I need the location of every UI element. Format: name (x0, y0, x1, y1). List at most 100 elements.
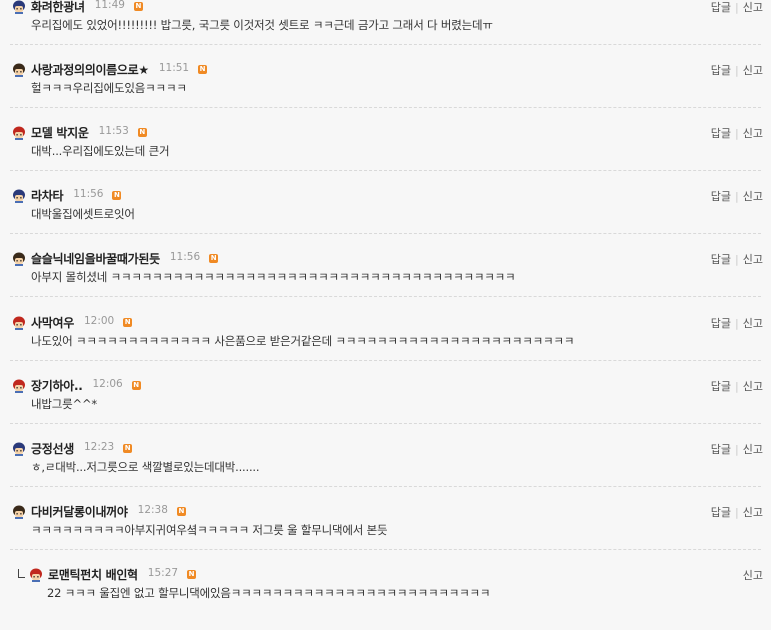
new-badge: N (123, 317, 133, 327)
comment-actions: 신고 (743, 567, 763, 583)
avatar (12, 315, 26, 330)
comment-divider (10, 296, 761, 298)
author-name[interactable]: 긍정선생 (31, 440, 74, 457)
author-name[interactable]: 사랑과정의의이름으로★ (31, 61, 149, 78)
comment-divider (10, 485, 761, 487)
timestamp: 11:51 (158, 62, 190, 75)
report-button[interactable]: 신고 (743, 506, 763, 519)
report-button[interactable]: 신고 (743, 1, 763, 14)
author-name[interactable]: 다비커달롱이내꺼야 (31, 503, 128, 520)
comment-actions: 답글 | 신고 (711, 188, 763, 204)
avatar (12, 125, 26, 141)
action-divider: | (735, 379, 739, 393)
report-button[interactable]: 신고 (743, 380, 763, 393)
action-divider: | (735, 253, 739, 267)
action-divider: | (735, 442, 739, 456)
new-badge: N (209, 254, 219, 264)
new-badge: N (198, 65, 208, 75)
reply-button[interactable]: 답글 (711, 127, 731, 140)
timestamp: 11:49 (94, 0, 125, 11)
comment-divider (10, 170, 761, 172)
new-badge: N (176, 506, 186, 516)
comment-actions: 답글 | 신고 (711, 0, 763, 15)
comment-divider (10, 422, 761, 424)
reply-button[interactable]: 답글 (711, 317, 731, 330)
timestamp: 12:38 (137, 503, 168, 516)
comment-item: 슬슬닉네임을바꿀때가된듯 11:56 N 답글 | 신고 아부지 몰히셨네 ㅋㅋㅋㅋㅋㅋㅋㅋ… (0, 251, 771, 314)
report-button[interactable]: 신고 (743, 317, 763, 330)
reply-button[interactable]: 답글 (711, 506, 731, 519)
comment-item: 장기하아.. 12:06 N 답글 | 신고내밥그릇^^* (0, 378, 771, 441)
new-badge: N (123, 443, 133, 453)
comment-divider (10, 359, 761, 361)
reply-button[interactable]: 답글 (711, 64, 731, 77)
author-name[interactable]: 장기하아.. (31, 377, 83, 394)
avatar (12, 251, 26, 267)
comment-item: 긍정선생 12:23 N 답글 | 신고 ㅎ,ㄹ대박...저그릇으로 색깔별로있는데대박..… (0, 441, 771, 504)
comment-actions: 답글 | 신고 (711, 378, 763, 394)
avatar (12, 62, 26, 78)
author-name[interactable]: 화려한광녀 (31, 0, 85, 15)
reply-button[interactable]: 답글 (711, 380, 731, 393)
avatar (12, 378, 26, 393)
comment-text: 대박...우리집에도있는데 큰거 (31, 144, 170, 159)
comment-item: 사막여우 12:00 N 답글 | 신고나도있어 ㅋㅋㅋㅋㅋㅋㅋㅋㅋㅋㅋㅋㅋ 사은품으로 … (0, 315, 771, 378)
timestamp: 11:56 (169, 251, 201, 264)
report-button[interactable]: 신고 (743, 64, 763, 77)
new-badge: N (112, 191, 122, 201)
comment-item: 다비커달롱이내꺼야 12:38 N 답글 | 신고 ㅋㅋㅋㅋㅋㅋㅋㅋㅋ아부지귀여우셬ㅋㅋㅋㅋ… (0, 504, 771, 567)
report-button[interactable]: 신고 (743, 190, 763, 203)
timestamp: 12:06 (92, 377, 123, 390)
action-divider: | (735, 505, 739, 519)
new-badge: N (133, 2, 143, 11)
comment-text: 대박울집에셋트로잇어 (31, 207, 135, 222)
report-button[interactable]: 신고 (743, 127, 763, 140)
author-name[interactable]: 모델 박지운 (31, 124, 89, 141)
reply-button[interactable]: 답글 (711, 190, 731, 203)
comment-actions: 답글 | 신고 (711, 441, 763, 457)
comment-actions: 답글 | 신고 (711, 315, 763, 331)
action-divider: | (735, 1, 739, 14)
reply-button[interactable]: 답글 (711, 443, 731, 456)
avatar (12, 504, 26, 519)
reply-button[interactable]: 답글 (711, 253, 731, 266)
comment-actions: 답글 | 신고 (711, 125, 763, 141)
avatar (12, 188, 26, 204)
comment-text: 내밥그릇^^* (31, 396, 97, 411)
timestamp: 12:00 (83, 314, 115, 327)
comment-text: 우리집에도 있었어!!!!!!!!! 밥그릇, 국그릇 이것저것 셋트로 ㅋㅋ근… (31, 18, 493, 32)
author-name[interactable]: 로맨틱펀치 배인혁 (48, 566, 138, 583)
comment-divider (10, 548, 761, 550)
comment-actions: 답글 | 신고 (711, 504, 763, 520)
comment-text: 22 ㅋㅋㅋ 울집엔 없고 할무니댁에있음ㅋㅋㅋㅋㅋㅋㅋㅋㅋㅋㅋㅋㅋㅋㅋㅋㅋㅋㅋ… (47, 585, 491, 600)
comment-divider (10, 233, 761, 235)
new-badge: N (131, 380, 141, 390)
comment-divider (10, 44, 761, 45)
author-name[interactable]: 사막여우 (31, 314, 74, 331)
avatar (29, 567, 43, 582)
comment-text: 헐ㅋㅋㅋ우리집에도있음ㅋㅋㅋㅋ (31, 81, 187, 96)
comment-item: 라차타 11:56 N 답글 | 신고대박울집에셋트로잇어 (0, 188, 771, 251)
new-badge: N (137, 128, 147, 138)
comment-item: 사랑과정의의이름으로★ 11:51 N 답글 | 신고헐ㅋㅋㅋ우리집에도있음ㅋㅋㅋㅋ (0, 62, 771, 125)
timestamp: 11:56 (73, 188, 104, 201)
report-button[interactable]: 신고 (743, 569, 763, 582)
action-divider: | (735, 64, 739, 78)
action-divider: | (735, 316, 739, 330)
timestamp: 15:27 (147, 566, 179, 579)
report-button[interactable]: 신고 (743, 253, 763, 266)
reply-button[interactable]: 답글 (711, 1, 731, 14)
avatar (12, 0, 26, 14)
comment-text: 나도있어 ㅋㅋㅋㅋㅋㅋㅋㅋㅋㅋㅋㅋㅋ 사은품으로 받은거같은데 ㅋㅋㅋㅋㅋㅋㅋㅋ… (31, 333, 575, 348)
comment-item: 화려한광녀 11:49 N 답글 | 신고우리집에도 있었어!!!!!!!!! 밥그릇, … (0, 0, 771, 62)
comment-actions: 답글 | 신고 (711, 251, 763, 267)
comment-actions: 답글 | 신고 (711, 62, 763, 78)
comment-text: ㅋㅋㅋㅋㅋㅋㅋㅋㅋ아부지귀여우셬ㅋㅋㅋㅋㅋ 저그릇 울 할무니댁에서 본듯 (31, 522, 388, 537)
report-button[interactable]: 신고 (743, 443, 763, 456)
author-name[interactable]: 라차타 (31, 187, 64, 204)
action-divider: | (735, 127, 739, 141)
comment-item: 모델 박지운 11:53 N 답글 | 신고 대박...우리집에도있는데 큰거 (0, 125, 771, 188)
author-name[interactable]: 슬슬닉네임을바꿀때가된듯 (31, 250, 160, 267)
timestamp: 12:23 (83, 440, 115, 453)
reply-arrow-icon (18, 568, 25, 578)
